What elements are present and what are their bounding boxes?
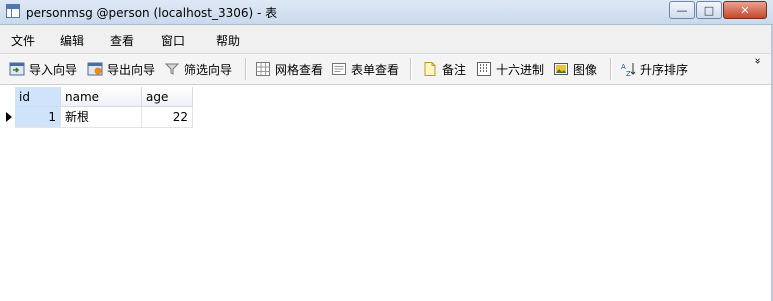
form-icon xyxy=(332,63,346,75)
export-wizard-button[interactable]: 导出向导 xyxy=(87,60,155,78)
menu-help[interactable]: 帮助 xyxy=(216,32,240,49)
column-header-name[interactable]: name xyxy=(61,87,142,107)
close-icon: ✕ xyxy=(740,3,750,17)
memo-icon xyxy=(424,62,436,76)
menu-bar: 文件 编辑 查看 窗口 帮助 xyxy=(0,25,773,54)
hex-icon xyxy=(477,62,491,76)
minimize-icon: — xyxy=(676,3,688,17)
sort-ascending-label: 升序排序 xyxy=(640,62,689,77)
memo-button[interactable]: 备注 xyxy=(422,60,466,78)
grid-icon xyxy=(256,62,270,76)
chevron-down-icon: » xyxy=(751,57,765,65)
import-wizard-button[interactable]: 导入向导 xyxy=(9,60,77,78)
maximize-button[interactable]: □ xyxy=(696,1,722,19)
filter-wizard-label: 筛选向导 xyxy=(184,62,233,77)
toolbar-overflow-button[interactable]: » xyxy=(751,57,765,66)
grid-view-button[interactable]: 网格查看 xyxy=(255,60,323,78)
cell-id[interactable]: 1 xyxy=(15,107,61,128)
maximize-icon: □ xyxy=(703,3,715,17)
column-header-age[interactable]: age xyxy=(142,87,193,107)
export-icon xyxy=(87,62,103,76)
toolbar-separator xyxy=(245,58,247,80)
form-view-label: 表单查看 xyxy=(351,62,400,77)
column-header-id[interactable]: id xyxy=(15,87,61,107)
svg-text:Z: Z xyxy=(626,70,631,77)
window-title: personmsg @person (localhost_3306) - 表 xyxy=(26,6,278,20)
sort-ascending-icon: A Z xyxy=(621,63,636,77)
menu-edit[interactable]: 编辑 xyxy=(60,32,84,49)
table-window: personmsg @person (localhost_3306) - 表 —… xyxy=(0,0,773,301)
cell-age[interactable]: 22 xyxy=(142,107,193,128)
table-icon xyxy=(6,4,20,18)
image-icon xyxy=(554,63,568,75)
filter-wizard-button[interactable]: 筛选向导 xyxy=(164,60,232,78)
toolbar-separator xyxy=(410,58,412,80)
filter-icon xyxy=(164,63,180,75)
hex-label: 十六进制 xyxy=(496,62,545,77)
import-wizard-label: 导入向导 xyxy=(29,62,78,77)
menu-view[interactable]: 查看 xyxy=(110,32,134,49)
image-button[interactable]: 图像 xyxy=(553,60,597,78)
minimize-button[interactable]: — xyxy=(669,1,695,19)
grid-view-label: 网格查看 xyxy=(275,62,324,77)
cell-name[interactable]: 新根 xyxy=(61,107,142,128)
image-label: 图像 xyxy=(573,62,598,77)
hex-button[interactable]: 十六进制 xyxy=(476,60,544,78)
title-bar[interactable]: personmsg @person (localhost_3306) - 表 —… xyxy=(0,0,773,25)
menu-window[interactable]: 窗口 xyxy=(161,32,185,49)
window-controls: — □ ✕ xyxy=(668,1,767,19)
export-wizard-label: 导出向导 xyxy=(107,62,156,77)
menu-file[interactable]: 文件 xyxy=(11,32,35,49)
current-row-indicator-icon xyxy=(3,107,15,128)
toolbar: 导入向导 导出向导 筛选向导 网格查看 表单查看 备注 十六进制 图像 A Z … xyxy=(0,54,773,85)
close-button[interactable]: ✕ xyxy=(723,1,767,19)
memo-label: 备注 xyxy=(442,62,467,77)
toolbar-separator xyxy=(610,58,612,80)
sort-ascending-button[interactable]: A Z 升序排序 xyxy=(620,60,688,78)
form-view-button[interactable]: 表单查看 xyxy=(331,60,399,78)
import-icon xyxy=(9,62,25,76)
